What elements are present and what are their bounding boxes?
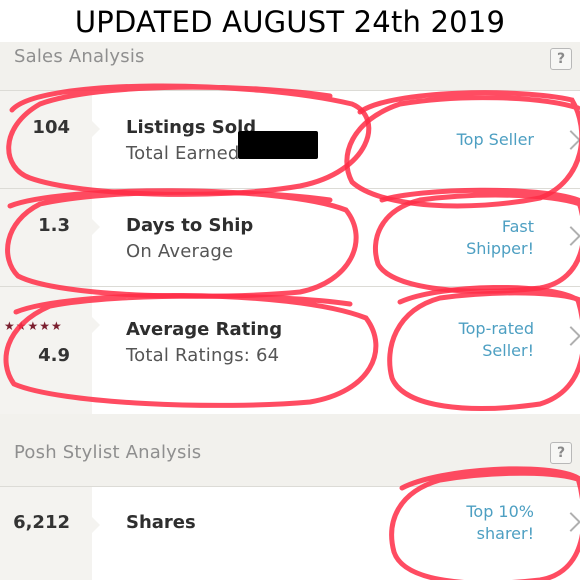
listings-sold-value: 104	[32, 117, 70, 138]
badge-line: Top 10%	[466, 502, 534, 521]
listings-sold-title: Listings Sold	[126, 117, 257, 138]
average-rating-value: 4.9	[38, 345, 70, 366]
help-button[interactable]: ?	[550, 48, 572, 70]
average-rating-title: Average Rating	[126, 319, 283, 340]
chevron-right-icon[interactable]	[561, 130, 580, 150]
badge-line: Fast	[501, 217, 534, 236]
metric-cell: 1.3	[0, 189, 100, 286]
redacted-earnings	[238, 131, 318, 159]
chevron-right-icon[interactable]	[561, 512, 580, 532]
shares-title: Shares	[126, 512, 196, 533]
metric-cell: ★★★★★ 4.9	[0, 287, 100, 414]
help-button[interactable]: ?	[550, 442, 572, 464]
rating-stars-icon: ★★★★★	[4, 319, 63, 333]
fast-shipper-badge[interactable]: Fast Shipper!	[466, 216, 534, 260]
days-to-ship-row[interactable]: 1.3 Days to Ship On Average Fast Shipper…	[0, 188, 580, 286]
days-to-ship-value: 1.3	[38, 215, 70, 236]
total-earned-label: Total Earned	[126, 143, 240, 164]
top-rated-seller-badge[interactable]: Top-rated Seller!	[459, 318, 534, 362]
shares-row[interactable]: 6,212 Shares Top 10% sharer!	[0, 486, 580, 580]
badge-line: Top Seller	[456, 130, 534, 149]
metric-cell: 104	[0, 91, 100, 188]
on-average-label: On Average	[126, 241, 234, 262]
metric-cell: 6,212	[0, 487, 100, 580]
badge-line: sharer!	[476, 524, 534, 543]
chevron-right-icon[interactable]	[561, 226, 580, 246]
badge-line: Seller!	[482, 341, 534, 360]
updated-banner: UPDATED AUGUST 24th 2019	[0, 0, 580, 42]
posh-stylist-analysis-header: Posh Stylist Analysis ?	[0, 414, 580, 486]
top-sharer-badge[interactable]: Top 10% sharer!	[466, 501, 534, 545]
days-to-ship-title: Days to Ship	[126, 215, 254, 236]
total-ratings-label: Total Ratings: 64	[126, 345, 280, 366]
chevron-right-icon[interactable]	[561, 326, 580, 346]
section-title: Sales Analysis	[14, 46, 145, 67]
section-title: Posh Stylist Analysis	[14, 442, 202, 463]
shares-value: 6,212	[13, 512, 70, 533]
sales-analysis-header: Sales Analysis ?	[0, 42, 580, 90]
badge-line: Top-rated	[458, 319, 534, 338]
badge-line: Shipper!	[466, 239, 534, 258]
top-seller-badge[interactable]: Top Seller	[457, 129, 534, 151]
average-rating-row[interactable]: ★★★★★ 4.9 Average Rating Total Ratings: …	[0, 286, 580, 414]
